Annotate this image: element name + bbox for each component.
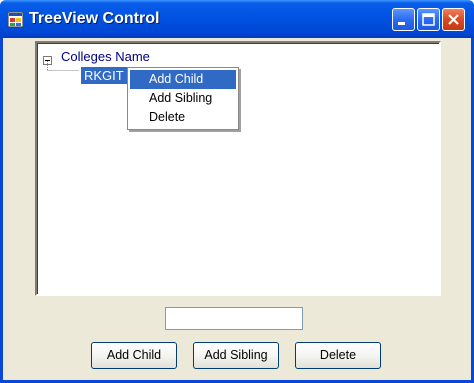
close-button[interactable] — [442, 8, 465, 31]
collapse-icon[interactable] — [43, 52, 52, 65]
title-bar[interactable]: TreeView Control — [0, 0, 474, 38]
minimize-button[interactable] — [392, 8, 415, 31]
context-menu: Add Child Add Sibling Delete — [127, 67, 239, 130]
tree-node-rkgit[interactable]: RKGIT — [81, 67, 127, 84]
close-icon — [448, 14, 459, 25]
menu-item-delete[interactable]: Delete — [130, 108, 236, 127]
menu-item-add-sibling[interactable]: Add Sibling — [130, 89, 236, 108]
delete-button[interactable]: Delete — [295, 342, 381, 369]
node-name-input[interactable] — [165, 307, 303, 330]
add-sibling-button[interactable]: Add Sibling — [193, 342, 279, 369]
maximize-icon — [422, 13, 435, 26]
app-icon — [7, 11, 24, 28]
add-child-button[interactable]: Add Child — [91, 342, 177, 369]
minimize-icon — [398, 22, 405, 25]
window-title: TreeView Control — [29, 10, 160, 27]
main-window: TreeView Control Colleges Name RKGIT Add… — [0, 0, 474, 383]
maximize-button[interactable] — [417, 8, 440, 31]
menu-item-add-child[interactable]: Add Child — [130, 70, 236, 89]
tree-node-colleges-name[interactable]: Colleges Name — [61, 49, 150, 64]
